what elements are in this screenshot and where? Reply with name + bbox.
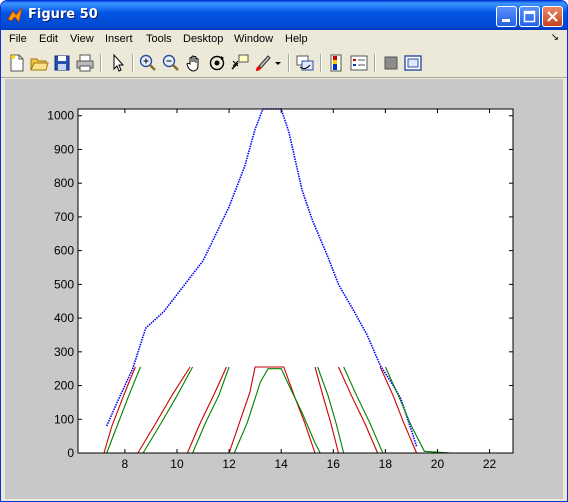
show-plot-tools-icon[interactable]: [403, 53, 423, 73]
menu-view[interactable]: View: [70, 33, 94, 45]
y-tick-label: 400: [54, 311, 74, 325]
menu-file[interactable]: File: [9, 33, 27, 45]
matlab-logo-icon: [7, 7, 23, 23]
toolbar-separator: [132, 54, 134, 72]
x-axis: 8 10 12 14 16 18 20 22: [122, 457, 497, 471]
close-icon: [547, 11, 558, 22]
menu-help[interactable]: Help: [285, 33, 308, 45]
brush-dropdown-icon[interactable]: [273, 53, 283, 73]
legend-icon[interactable]: [349, 53, 369, 73]
colorbar-icon[interactable]: [327, 53, 347, 73]
x-tick-label: 12: [222, 457, 236, 471]
menu-bar: File Edit View Insert Tools Desktop Wind…: [1, 30, 567, 50]
pointer-icon[interactable]: [108, 53, 128, 73]
toolbar-separator: [288, 54, 290, 72]
x-tick-label: 20: [431, 457, 445, 471]
y-tick-label: 700: [54, 210, 74, 224]
maximize-button[interactable]: [519, 6, 540, 27]
y-axis: 0 100 200 300 400 500 600 700 800 900 1000: [47, 109, 74, 460]
toolbar-separator: [320, 54, 322, 72]
menu-desktop[interactable]: Desktop: [183, 33, 223, 45]
toolbar-separator: [100, 54, 102, 72]
link-plot-icon[interactable]: [295, 53, 315, 73]
y-tick-label: 900: [54, 142, 74, 156]
y-tick-label: 500: [54, 277, 74, 291]
rotate-3d-icon[interactable]: [207, 53, 227, 73]
maximize-icon: [523, 10, 536, 23]
y-tick-label: 1000: [47, 109, 74, 123]
hide-plot-tools-icon[interactable]: [381, 53, 401, 73]
menu-window[interactable]: Window: [234, 33, 273, 45]
menu-edit[interactable]: Edit: [39, 33, 58, 45]
x-tick-label: 18: [379, 457, 393, 471]
y-tick-label: 0: [67, 446, 74, 460]
y-tick-label: 600: [54, 244, 74, 258]
x-tick-label: 14: [274, 457, 288, 471]
pan-hand-icon[interactable]: [184, 53, 204, 73]
x-tick-label: 16: [327, 457, 341, 471]
dock-arrow-icon[interactable]: ↘: [551, 32, 559, 43]
menu-tools[interactable]: Tools: [146, 33, 172, 45]
y-tick-label: 800: [54, 176, 74, 190]
x-tick-label: 10: [170, 457, 184, 471]
y-tick-label: 300: [54, 345, 74, 359]
minimize-icon: [502, 19, 510, 22]
menu-insert[interactable]: Insert: [105, 33, 133, 45]
x-tick-label: 22: [483, 457, 497, 471]
close-button[interactable]: [542, 6, 563, 27]
data-cursor-icon[interactable]: [230, 53, 250, 73]
y-tick-label: 100: [54, 412, 74, 426]
new-figure-icon[interactable]: [7, 53, 27, 73]
plot-svg: 0 100 200 300 400 500 600 700 800 900 1000 8 10 12 14…: [47, 108, 514, 471]
y-tick-label: 200: [54, 379, 74, 393]
axes-box[interactable]: [77, 108, 514, 454]
title-bar[interactable]: Figure 50: [1, 1, 567, 30]
print-icon[interactable]: [75, 53, 95, 73]
figure-canvas[interactable]: 0 100 200 300 400 500 600 700 800 900 1000 8 10 12 14…: [5, 79, 563, 499]
figure-toolbar: [1, 50, 567, 78]
minimize-button[interactable]: [496, 6, 517, 27]
zoom-out-icon[interactable]: [161, 53, 181, 73]
brush-icon[interactable]: [253, 53, 273, 73]
figure-window: Figure 50 File Edit View Insert Tools De…: [0, 0, 568, 502]
toolbar-separator: [374, 54, 376, 72]
zoom-in-icon[interactable]: [138, 53, 158, 73]
x-tick-label: 8: [122, 457, 129, 471]
save-icon[interactable]: [52, 53, 72, 73]
window-title: Figure 50: [28, 7, 98, 22]
open-file-icon[interactable]: [29, 53, 49, 73]
